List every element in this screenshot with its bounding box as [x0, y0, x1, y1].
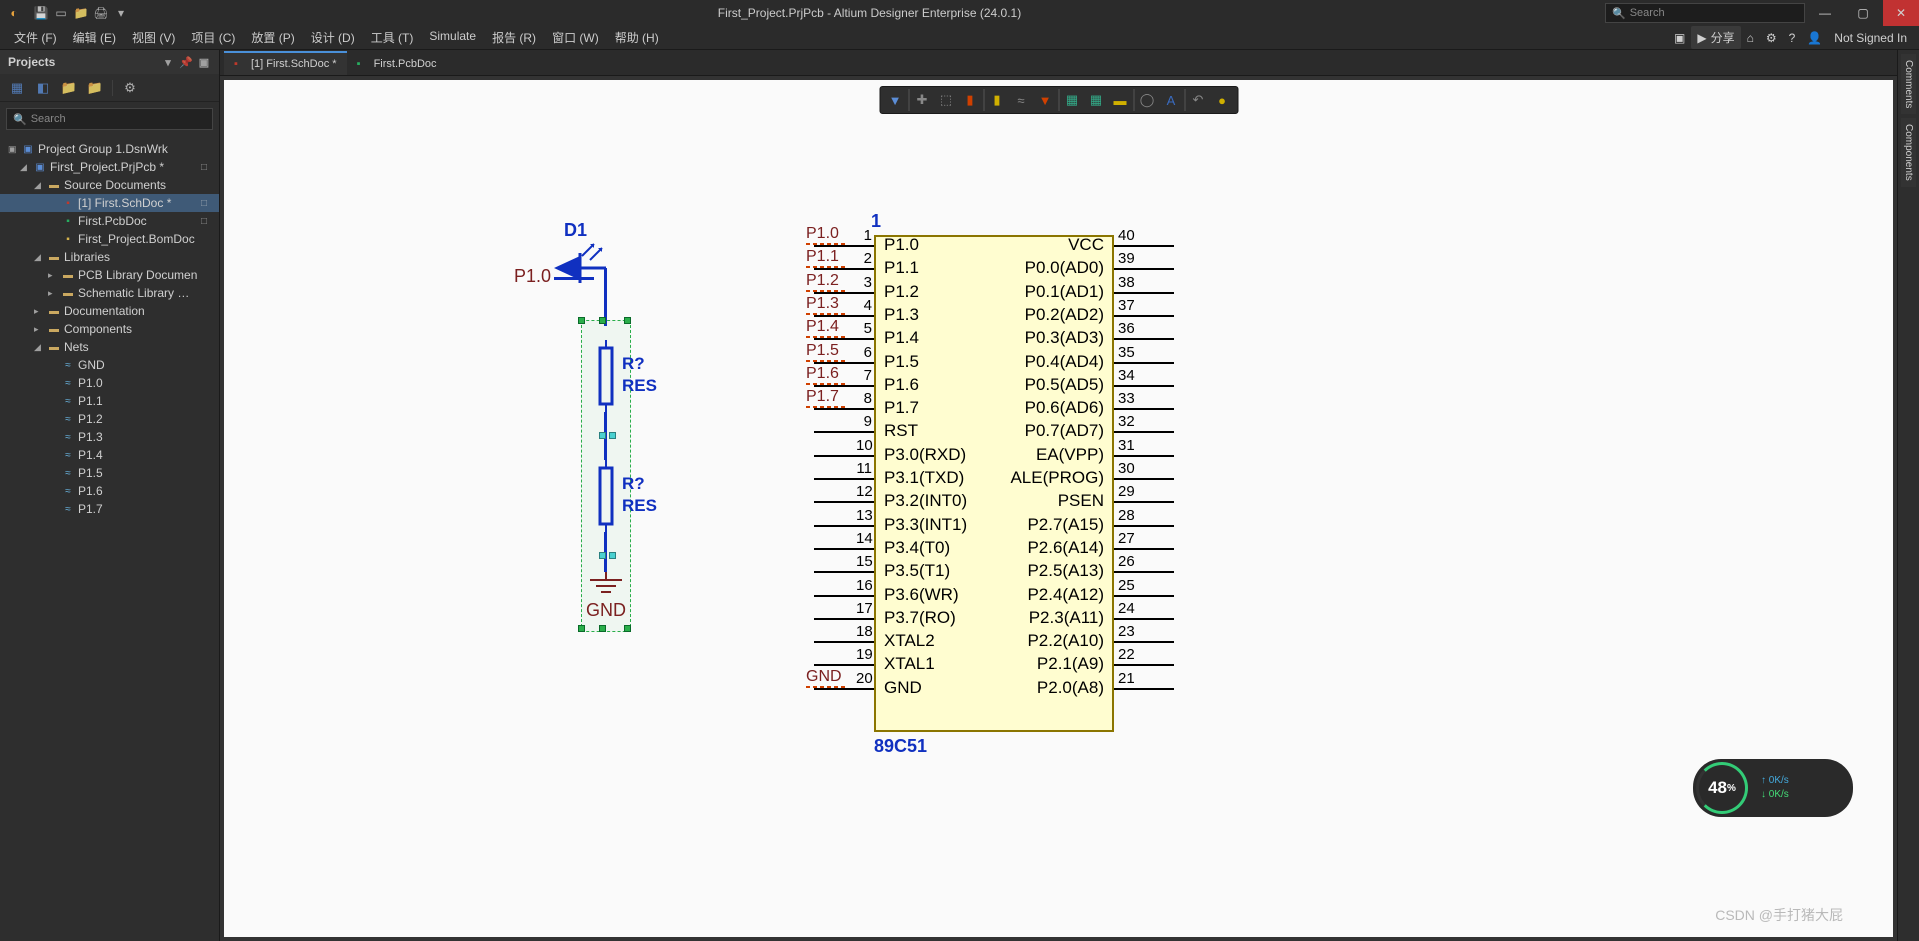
- grid2-icon[interactable]: ▦: [1085, 89, 1107, 111]
- window-title: First_Project.PrjPcb - Altium Designer E…: [134, 6, 1605, 20]
- tree-node[interactable]: ≈GND: [0, 356, 219, 374]
- tree-node[interactable]: ≈P1.6: [0, 482, 219, 500]
- floating-toolbar: ▼ ✚ ⬚ ▮ ▮ ≈ ▼ ▦ ▦ ▬ ◯ A ↶ ●: [879, 86, 1238, 114]
- tree-node[interactable]: ◢▬Nets: [0, 338, 219, 356]
- align-left-icon[interactable]: ▮: [959, 89, 981, 111]
- filter-icon[interactable]: ▼: [884, 89, 906, 111]
- cross-icon[interactable]: ✚: [911, 89, 933, 111]
- tree-node[interactable]: ≈P1.4: [0, 446, 219, 464]
- menu-item[interactable]: Simulate: [421, 26, 484, 49]
- panel-title: Projects: [8, 55, 55, 69]
- tree-node[interactable]: ▪First.PcbDoc□: [0, 212, 219, 230]
- document-tab[interactable]: ▪First.PcbDoc: [347, 51, 447, 75]
- title-bar: ◐ 💾 ▭ 📁 🖨 ▾ First_Project.PrjPcb - Altiu…: [0, 0, 1919, 26]
- menu-item[interactable]: 编辑 (E): [65, 26, 124, 49]
- tree-node[interactable]: ▣▣Project Group 1.DsnWrk: [0, 140, 219, 158]
- tree-node[interactable]: ◢▣First_Project.PrjPcb *□: [0, 158, 219, 176]
- project-tree: ▣▣Project Group 1.DsnWrk◢▣First_Project.…: [0, 136, 219, 941]
- user-icon[interactable]: 👤: [1801, 28, 1828, 48]
- menu-bar: 文件 (F)编辑 (E)视图 (V)项目 (C)放置 (P)设计 (D)工具 (…: [0, 26, 1919, 50]
- tree-node[interactable]: ◢▬Libraries: [0, 248, 219, 266]
- help-icon[interactable]: ?: [1783, 28, 1802, 48]
- tool-add-icon[interactable]: ◧: [34, 79, 52, 97]
- qat-print-icon[interactable]: 🖨: [92, 4, 110, 22]
- tree-node[interactable]: ≈P1.5: [0, 464, 219, 482]
- global-search[interactable]: 🔍 Search: [1605, 3, 1805, 23]
- menu-item[interactable]: 工具 (T): [363, 26, 422, 49]
- wave-icon[interactable]: ≈: [1010, 89, 1032, 111]
- circle-icon[interactable]: ◯: [1136, 89, 1158, 111]
- document-tabs: ▪[1] First.SchDoc *▪First.PcbDoc: [220, 50, 1897, 76]
- search-icon: 🔍: [13, 113, 27, 126]
- right-panel-strip: Comments Components: [1897, 50, 1919, 941]
- panel-pin-icon[interactable]: 📌: [179, 55, 193, 69]
- tree-node[interactable]: ≈P1.7: [0, 500, 219, 518]
- menu-item[interactable]: 报告 (R): [484, 26, 544, 49]
- tree-node[interactable]: ▸▬Schematic Library Doc: [0, 284, 219, 302]
- menu-item[interactable]: 帮助 (H): [607, 26, 667, 49]
- bar1-icon[interactable]: ▮: [986, 89, 1008, 111]
- qat-save-icon[interactable]: 💾: [32, 4, 50, 22]
- qat-open-icon[interactable]: ▭: [52, 4, 70, 22]
- menu-item[interactable]: 窗口 (W): [544, 26, 607, 49]
- qat-folder-icon[interactable]: 📁: [72, 4, 90, 22]
- tree-node[interactable]: ≈P1.3: [0, 428, 219, 446]
- tab-components[interactable]: Components: [1901, 118, 1916, 187]
- tool-new-icon[interactable]: ▦: [8, 79, 26, 97]
- notify-icon[interactable]: ▣: [1668, 28, 1691, 48]
- bar2-icon[interactable]: ▬: [1109, 89, 1131, 111]
- quick-access-toolbar: 💾 ▭ 📁 🖨 ▾: [28, 4, 134, 22]
- dot-icon[interactable]: ●: [1211, 89, 1233, 111]
- down-icon[interactable]: ▼: [1034, 89, 1056, 111]
- tree-node[interactable]: ≈P1.0: [0, 374, 219, 392]
- tree-node[interactable]: ≈P1.1: [0, 392, 219, 410]
- home-icon[interactable]: ⌂: [1741, 28, 1760, 48]
- tree-node[interactable]: ▸▬Documentation: [0, 302, 219, 320]
- menu-item[interactable]: 文件 (F): [6, 26, 65, 49]
- grid1-icon[interactable]: ▦: [1061, 89, 1083, 111]
- net-label: P1.0: [514, 266, 551, 287]
- undo-icon[interactable]: ↶: [1187, 89, 1209, 111]
- close-button[interactable]: ✕: [1883, 0, 1919, 26]
- share-button[interactable]: ▶ 分享: [1691, 26, 1740, 49]
- sign-in-status[interactable]: Not Signed In: [1828, 28, 1913, 48]
- menu-item[interactable]: 放置 (P): [243, 26, 302, 49]
- performance-widget: 48% ↑ 0K/s ↓ 0K/s: [1693, 759, 1853, 817]
- panel-close-icon[interactable]: ▣: [197, 55, 211, 69]
- tree-node[interactable]: ≈P1.2: [0, 410, 219, 428]
- menu-item[interactable]: 视图 (V): [124, 26, 183, 49]
- watermark: CSDN @手打猪大屁: [1715, 905, 1843, 925]
- app-icon: ◐: [4, 3, 24, 23]
- menu-item[interactable]: 项目 (C): [183, 26, 243, 49]
- panel-menu-icon[interactable]: ▾: [161, 55, 175, 69]
- select-icon[interactable]: ⬚: [935, 89, 957, 111]
- tree-node[interactable]: ▪First_Project.BomDoc: [0, 230, 219, 248]
- perf-percent: 48%: [1696, 762, 1748, 814]
- tool-folder2-icon[interactable]: 📁: [86, 79, 104, 97]
- tool-settings-icon[interactable]: ⚙: [121, 79, 139, 97]
- gear-icon[interactable]: ⚙: [1760, 28, 1783, 48]
- tool-folder1-icon[interactable]: 📁: [60, 79, 78, 97]
- search-icon: 🔍: [1612, 7, 1626, 20]
- minimize-button[interactable]: —: [1807, 0, 1843, 26]
- maximize-button[interactable]: ▢: [1845, 0, 1881, 26]
- schematic-canvas[interactable]: ▼ ✚ ⬚ ▮ ▮ ≈ ▼ ▦ ▦ ▬ ◯ A ↶ ● P1.: [224, 80, 1893, 937]
- tree-node[interactable]: ▸▬Components: [0, 320, 219, 338]
- menu-item[interactable]: 设计 (D): [303, 26, 363, 49]
- tree-node[interactable]: ▸▬PCB Library Documen: [0, 266, 219, 284]
- tree-node[interactable]: ◢▬Source Documents: [0, 176, 219, 194]
- document-tab[interactable]: ▪[1] First.SchDoc *: [224, 51, 347, 75]
- tab-comments[interactable]: Comments: [1901, 54, 1916, 114]
- panel-search[interactable]: 🔍 Search: [6, 108, 213, 130]
- qat-more-icon[interactable]: ▾: [112, 4, 130, 22]
- projects-panel: Projects ▾ 📌 ▣ ▦ ◧ 📁 📁 ⚙ 🔍 Search ▣▣Proj…: [0, 50, 220, 941]
- text-icon[interactable]: A: [1160, 89, 1182, 111]
- tree-node[interactable]: ▪[1] First.SchDoc *□: [0, 194, 219, 212]
